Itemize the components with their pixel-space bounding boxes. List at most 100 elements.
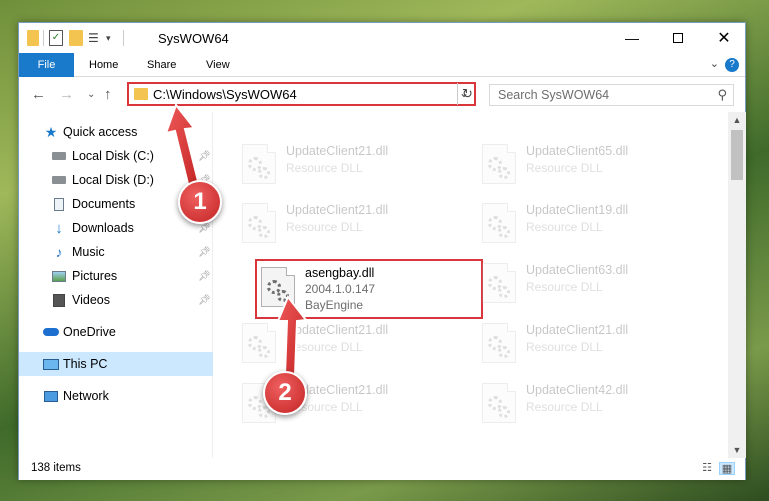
sidebar-item-music[interactable]: ♪ Music 📌︎ (19, 240, 213, 264)
file-item-asengbay[interactable]: asengbay.dll 2004.1.0.147 BayEngine (255, 259, 475, 315)
file-item[interactable]: UpdateClient63.dll Resource DLL (476, 259, 696, 315)
details-view-icon[interactable]: ☷ (699, 462, 715, 475)
up-arrow-icon[interactable]: ↑ (104, 86, 112, 103)
sidebar-item-label: OneDrive (63, 325, 116, 339)
folder-icon[interactable] (27, 30, 39, 46)
file-explorer-window: ✓ ☰ ▾ SysWOW64 — ✕ File Home Share View … (18, 22, 746, 480)
file-name: UpdateClient19.dll (526, 203, 629, 217)
search-placeholder: Search SysWOW64 (498, 88, 610, 102)
step-2-badge: 2 (263, 371, 307, 415)
videos-icon (51, 293, 67, 307)
minimize-icon: — (625, 30, 639, 46)
scroll-down-icon[interactable]: ▼ (728, 442, 746, 458)
sidebar-item-local-disk-c[interactable]: Local Disk (C:) 📌︎ (19, 144, 213, 168)
file-name: UpdateClient21.dll (526, 323, 629, 337)
file-item[interactable]: UpdateClient65.dll Resource DLL (476, 140, 696, 196)
file-item[interactable]: UpdateClient19.dll Resource DLL (476, 199, 696, 255)
file-company: BayEngine (305, 298, 364, 312)
vertical-scrollbar[interactable]: ▲ ▼ (728, 112, 746, 458)
drive-icon (51, 149, 67, 163)
customize-toolbar-icon[interactable]: ☰ (88, 30, 104, 46)
sidebar-item-quick-access[interactable]: ★ Quick access (19, 120, 213, 144)
sidebar-item-label: Pictures (72, 269, 118, 283)
refresh-icon[interactable]: ↻ (457, 83, 477, 105)
back-arrow-icon[interactable]: ← (31, 86, 46, 103)
address-bar[interactable]: C:\Windows\SysWOW64 ⌄ (127, 82, 476, 106)
file-item[interactable]: UpdateClient42.dll Resource DLL (476, 379, 696, 435)
maximize-button[interactable] (655, 23, 701, 53)
properties-icon[interactable]: ✓ (49, 30, 63, 46)
dll-file-icon (482, 263, 516, 303)
dropdown-icon[interactable]: ▾ (106, 30, 118, 46)
tab-home[interactable]: Home (89, 53, 118, 77)
file-type: Resource DLL (286, 220, 363, 234)
separator (123, 30, 124, 46)
drive-icon (51, 173, 67, 187)
title-bar: ✓ ☰ ▾ SysWOW64 — ✕ (19, 23, 745, 53)
pin-icon: 📌︎ (198, 270, 211, 282)
file-name: UpdateClient42.dll (526, 383, 629, 397)
tab-file[interactable]: File (19, 53, 74, 77)
sidebar-item-this-pc[interactable]: This PC (19, 352, 213, 376)
search-input[interactable]: Search SysWOW64 ⚲ (489, 84, 734, 106)
forward-arrow-icon[interactable]: → (59, 86, 74, 103)
tiles-view-icon[interactable]: ▦ (719, 462, 735, 475)
sidebar-item-label: Videos (72, 293, 110, 307)
file-type: Resource DLL (526, 280, 603, 294)
cloud-icon (43, 325, 59, 339)
sidebar-item-label: Documents (72, 197, 136, 211)
scroll-thumb[interactable] (731, 130, 743, 180)
pin-icon: 📌︎ (198, 222, 211, 234)
file-item[interactable]: UpdateClient21.dll Resource DLL (236, 199, 456, 255)
file-item[interactable]: UpdateClient21.dll Resource DLL (476, 319, 696, 375)
file-type: Resource DLL (526, 400, 603, 414)
file-name: asengbay.dll (305, 266, 375, 280)
address-path[interactable]: C:\Windows\SysWOW64 (153, 87, 297, 102)
computer-icon (43, 357, 59, 371)
recent-locations-icon[interactable]: ⌄ (87, 89, 95, 100)
file-type: Resource DLL (286, 161, 363, 175)
navigation-pane: ★ Quick access Local Disk (C:) 📌︎ Local … (19, 112, 213, 458)
ribbon: File Home Share View ⌄? (19, 53, 745, 77)
sidebar-item-pictures[interactable]: Pictures 📌︎ (19, 264, 213, 288)
ribbon-controls: ⌄? (710, 57, 739, 72)
scroll-up-icon[interactable]: ▲ (728, 112, 746, 128)
file-item[interactable]: UpdateClient21.dll Resource DLL (236, 319, 456, 375)
sidebar-item-videos[interactable]: Videos 📌︎ (19, 288, 213, 312)
dll-file-icon (482, 203, 516, 243)
close-button[interactable]: ✕ (701, 23, 747, 53)
tab-view[interactable]: View (206, 53, 230, 77)
downloads-icon: ↓ (55, 219, 63, 237)
dll-file-icon (261, 267, 295, 307)
dll-file-icon (482, 323, 516, 363)
file-type: Resource DLL (526, 220, 603, 234)
separator (43, 30, 44, 46)
chevron-down-icon[interactable]: ⌄ (710, 58, 719, 70)
sidebar-item-network[interactable]: Network (19, 384, 213, 408)
tab-share[interactable]: Share (147, 53, 176, 77)
pictures-icon (51, 269, 67, 283)
dll-file-icon (482, 144, 516, 184)
file-item[interactable]: UpdateClient21.dll Resource DLL (236, 140, 456, 196)
navigation-bar: ← → ⌄ ↑ C:\Windows\SysWOW64 ⌄ ↻ Search S… (19, 78, 745, 112)
sidebar-item-downloads[interactable]: ↓ Downloads 📌︎ (19, 216, 213, 240)
star-icon: ★ (44, 123, 58, 140)
folder-icon (134, 88, 148, 100)
sidebar-item-label: Downloads (72, 221, 134, 235)
music-icon: ♪ (55, 244, 63, 260)
new-folder-icon[interactable] (69, 30, 83, 46)
minimize-button[interactable]: — (609, 23, 655, 53)
maximize-icon (673, 33, 683, 43)
sidebar-item-label: Quick access (63, 125, 138, 139)
search-icon[interactable]: ⚲ (717, 87, 727, 103)
close-icon: ✕ (717, 30, 731, 47)
pin-icon: 📌︎ (198, 150, 211, 162)
highlighted-file-item[interactable]: asengbay.dll 2004.1.0.147 BayEngine (255, 259, 483, 319)
dll-file-icon (242, 144, 276, 184)
dll-file-icon (242, 323, 276, 363)
documents-icon (51, 197, 67, 211)
sidebar-item-onedrive[interactable]: OneDrive (19, 320, 213, 344)
network-icon (43, 389, 59, 403)
help-icon[interactable]: ? (725, 58, 739, 72)
pin-icon: 📌︎ (198, 294, 211, 306)
